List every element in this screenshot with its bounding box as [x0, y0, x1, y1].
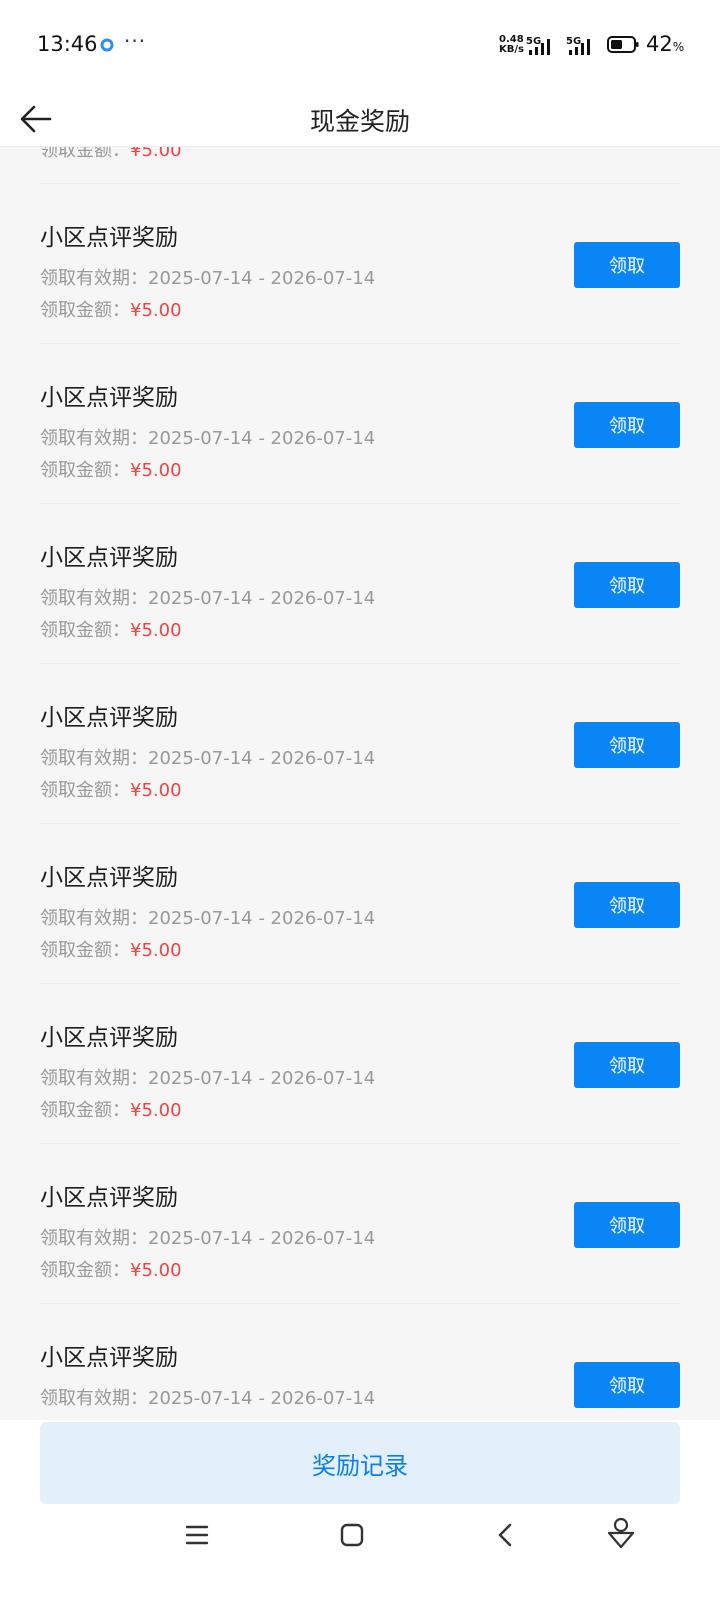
reward-period-value: 2025-07-14 - 2026-07-14: [148, 1388, 376, 1409]
reward-period-value: 2025-07-14 - 2026-07-14: [148, 268, 376, 289]
reward-period: 领取有效期：2025-07-14 - 2026-07-14: [40, 264, 375, 290]
reward-period-value: 2025-07-14 - 2026-07-14: [148, 588, 376, 609]
reward-amount-label: 领取金额：: [40, 300, 130, 321]
menu-icon[interactable]: [184, 1522, 210, 1548]
signal-icon: [529, 39, 550, 55]
reward-period-label: 领取有效期：: [40, 1388, 148, 1409]
reward-item: 小区点评奖励领取有效期：2025-07-14 - 2026-07-14 领取金额：…: [40, 664, 680, 824]
reward-period: 领取有效期：2025-07-14 - 2026-07-14: [40, 1224, 375, 1250]
reward-title: 小区点评奖励: [40, 1345, 178, 1371]
reward-amount-row: 领取金额：¥5.00: [40, 146, 182, 162]
reward-item: 小区点评奖励领取有效期：2025-07-14 - 2026-07-14领取金额：…: [40, 1304, 680, 1420]
claim-button[interactable]: 领取: [574, 882, 680, 928]
claim-button[interactable]: 领取: [574, 1202, 680, 1248]
reward-amount-label: 领取金额：: [40, 940, 130, 961]
reward-period: 领取有效期：2025-07-14 - 2026-07-14: [40, 584, 375, 610]
reward-period-value: 2025-07-14 - 2026-07-14: [148, 1068, 376, 1089]
more-notifications-icon: ···: [124, 29, 147, 53]
reward-period: 领取有效期：2025-07-14 - 2026-07-14: [40, 1384, 375, 1410]
page-title: 现金奖励: [309, 107, 410, 136]
reward-period: 领取有效期：2025-07-14 - 2026-07-14: [40, 744, 375, 770]
reward-amount: ¥5.00: [130, 300, 182, 321]
reward-amount-row: 领取金额：¥5.00: [40, 296, 182, 322]
reward-amount: ¥5.00: [130, 146, 182, 161]
reward-period-label: 领取有效期：: [40, 908, 148, 929]
reward-item: 小区点评奖励领取有效期：2025-07-14 - 2026-07-14 领取金额：…: [40, 184, 680, 344]
reward-period-label: 领取有效期：: [40, 1068, 148, 1089]
reward-amount-row: 领取金额：¥5.00: [40, 1256, 182, 1282]
reward-list-inner: 小区点评奖励领取有效期：2025-07-14 - 2026-07-14领取金额：…: [0, 146, 720, 1420]
claim-button[interactable]: 领取: [574, 242, 680, 288]
battery-percent-value: 42: [646, 32, 673, 56]
reward-amount-label: 领取金额：: [40, 780, 130, 801]
reward-amount: ¥5.00: [130, 620, 182, 641]
status-time: 13:46: [37, 32, 98, 56]
reward-item: 小区点评奖励领取有效期：2025-07-14 - 2026-07-14 领取金额：…: [40, 824, 680, 984]
status-bar: 13:46 ··· 0.48 KB/s 5G 5G 42%: [0, 0, 720, 92]
reward-amount-label: 领取金额：: [40, 146, 130, 161]
reward-item: 小区点评奖励领取有效期：2025-07-14 - 2026-07-14 领取金额：…: [40, 1144, 680, 1304]
claim-button[interactable]: 领取: [574, 562, 680, 608]
reward-list[interactable]: 小区点评奖励领取有效期：2025-07-14 - 2026-07-14领取金额：…: [0, 146, 720, 1420]
reward-item: 小区点评奖励领取有效期：2025-07-14 - 2026-07-14 领取金额：…: [40, 344, 680, 504]
reward-period-label: 领取有效期：: [40, 588, 148, 609]
reward-period-value: 2025-07-14 - 2026-07-14: [148, 428, 376, 449]
reward-item: 小区点评奖励领取有效期：2025-07-14 - 2026-07-14领取金额：…: [40, 146, 680, 184]
reward-period-value: 2025-07-14 - 2026-07-14: [148, 1228, 376, 1249]
reward-amount: ¥5.00: [130, 460, 182, 481]
battery-percent-suffix: %: [672, 40, 685, 54]
reward-item: 小区点评奖励领取有效期：2025-07-14 - 2026-07-14 领取金额：…: [40, 984, 680, 1144]
header: 现金奖励: [0, 92, 720, 146]
app-notification-icon: [100, 38, 114, 52]
claim-button[interactable]: 领取: [574, 1362, 680, 1408]
reward-title: 小区点评奖励: [40, 385, 178, 411]
reward-amount-label: 领取金额：: [40, 1260, 130, 1281]
reward-amount-row: 领取金额：¥5.00: [40, 616, 182, 642]
claim-button[interactable]: 领取: [574, 1042, 680, 1088]
reward-amount-row: 领取金额：¥5.00: [40, 1096, 182, 1122]
reward-period: 领取有效期：2025-07-14 - 2026-07-14: [40, 1064, 375, 1090]
assistant-icon[interactable]: [606, 1516, 636, 1550]
reward-period-label: 领取有效期：: [40, 268, 148, 289]
net-speed-unit: KB/s: [499, 44, 524, 55]
reward-amount-row: 领取金额：¥5.00: [40, 456, 182, 482]
battery-percent: 42%: [646, 32, 684, 56]
reward-period-label: 领取有效期：: [40, 1228, 148, 1249]
reward-amount-label: 领取金额：: [40, 1100, 130, 1121]
signal-icon-2: [569, 39, 590, 55]
reward-item: 小区点评奖励领取有效期：2025-07-14 - 2026-07-14 领取金额：…: [40, 504, 680, 664]
reward-period-value: 2025-07-14 - 2026-07-14: [148, 748, 376, 769]
system-nav-bar: [0, 1517, 720, 1600]
reward-amount: ¥5.00: [130, 940, 182, 961]
reward-period-label: 领取有效期：: [40, 748, 148, 769]
claim-button[interactable]: 领取: [574, 402, 680, 448]
reward-title: 小区点评奖励: [40, 705, 178, 731]
reward-period-value: 2025-07-14 - 2026-07-14: [148, 908, 376, 929]
battery-icon: [607, 36, 639, 53]
reward-amount: ¥5.00: [130, 1100, 182, 1121]
claim-button[interactable]: 领取: [574, 722, 680, 768]
reward-title: 小区点评奖励: [40, 1185, 178, 1211]
reward-title: 小区点评奖励: [40, 225, 178, 251]
reward-title: 小区点评奖励: [40, 865, 178, 891]
reward-amount-label: 领取金额：: [40, 460, 130, 481]
reward-amount: ¥5.00: [130, 780, 182, 801]
reward-period: 领取有效期：2025-07-14 - 2026-07-14: [40, 424, 375, 450]
reward-amount-row: 领取金额：¥5.00: [40, 936, 182, 962]
reward-records-button[interactable]: 奖励记录: [40, 1422, 680, 1504]
reward-period-label: 领取有效期：: [40, 428, 148, 449]
home-icon[interactable]: [340, 1522, 364, 1548]
back-icon[interactable]: [494, 1522, 518, 1548]
reward-title: 小区点评奖励: [40, 545, 178, 571]
net-speed: 0.48 KB/s: [499, 35, 524, 55]
reward-amount-label: 领取金额：: [40, 620, 130, 641]
reward-period: 领取有效期：2025-07-14 - 2026-07-14: [40, 904, 375, 930]
reward-title: 小区点评奖励: [40, 1025, 178, 1051]
reward-amount-row: 领取金额：¥5.00: [40, 776, 182, 802]
reward-amount: ¥5.00: [130, 1260, 182, 1281]
